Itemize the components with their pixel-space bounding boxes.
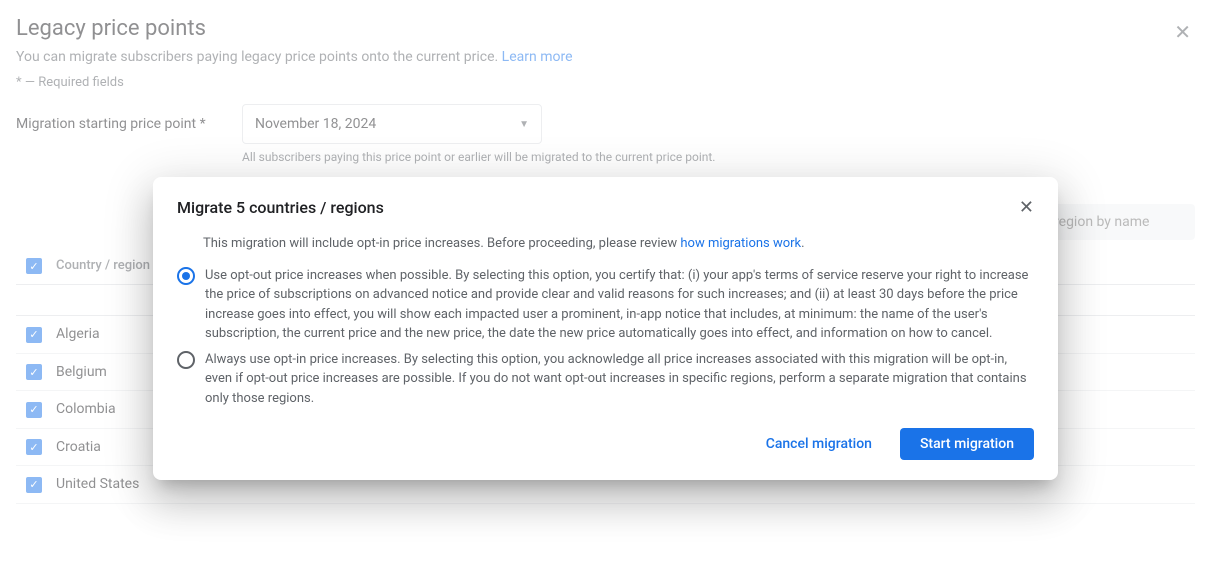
radio-opt-in[interactable] — [177, 351, 195, 369]
cancel-migration-button[interactable]: Cancel migration — [746, 428, 892, 460]
modal-intro: This migration will include opt-in price… — [177, 234, 1034, 254]
modal-overlay: Migrate 5 countries / regions ✕ This mig… — [0, 0, 1211, 567]
option2-text: Always use opt-in price increases. By se… — [205, 350, 1034, 409]
modal-close-icon[interactable]: ✕ — [1019, 197, 1034, 218]
migrate-modal: Migrate 5 countries / regions ✕ This mig… — [153, 177, 1058, 480]
modal-title: Migrate 5 countries / regions — [177, 198, 384, 217]
radio-opt-out[interactable] — [177, 267, 195, 285]
start-migration-button[interactable]: Start migration — [900, 428, 1034, 460]
intro-after: . — [801, 236, 804, 251]
intro-text: This migration will include opt-in price… — [203, 236, 680, 251]
how-migrations-work-link[interactable]: how migrations work — [680, 236, 801, 251]
option1-text: Use opt-out price increases when possibl… — [205, 266, 1034, 344]
